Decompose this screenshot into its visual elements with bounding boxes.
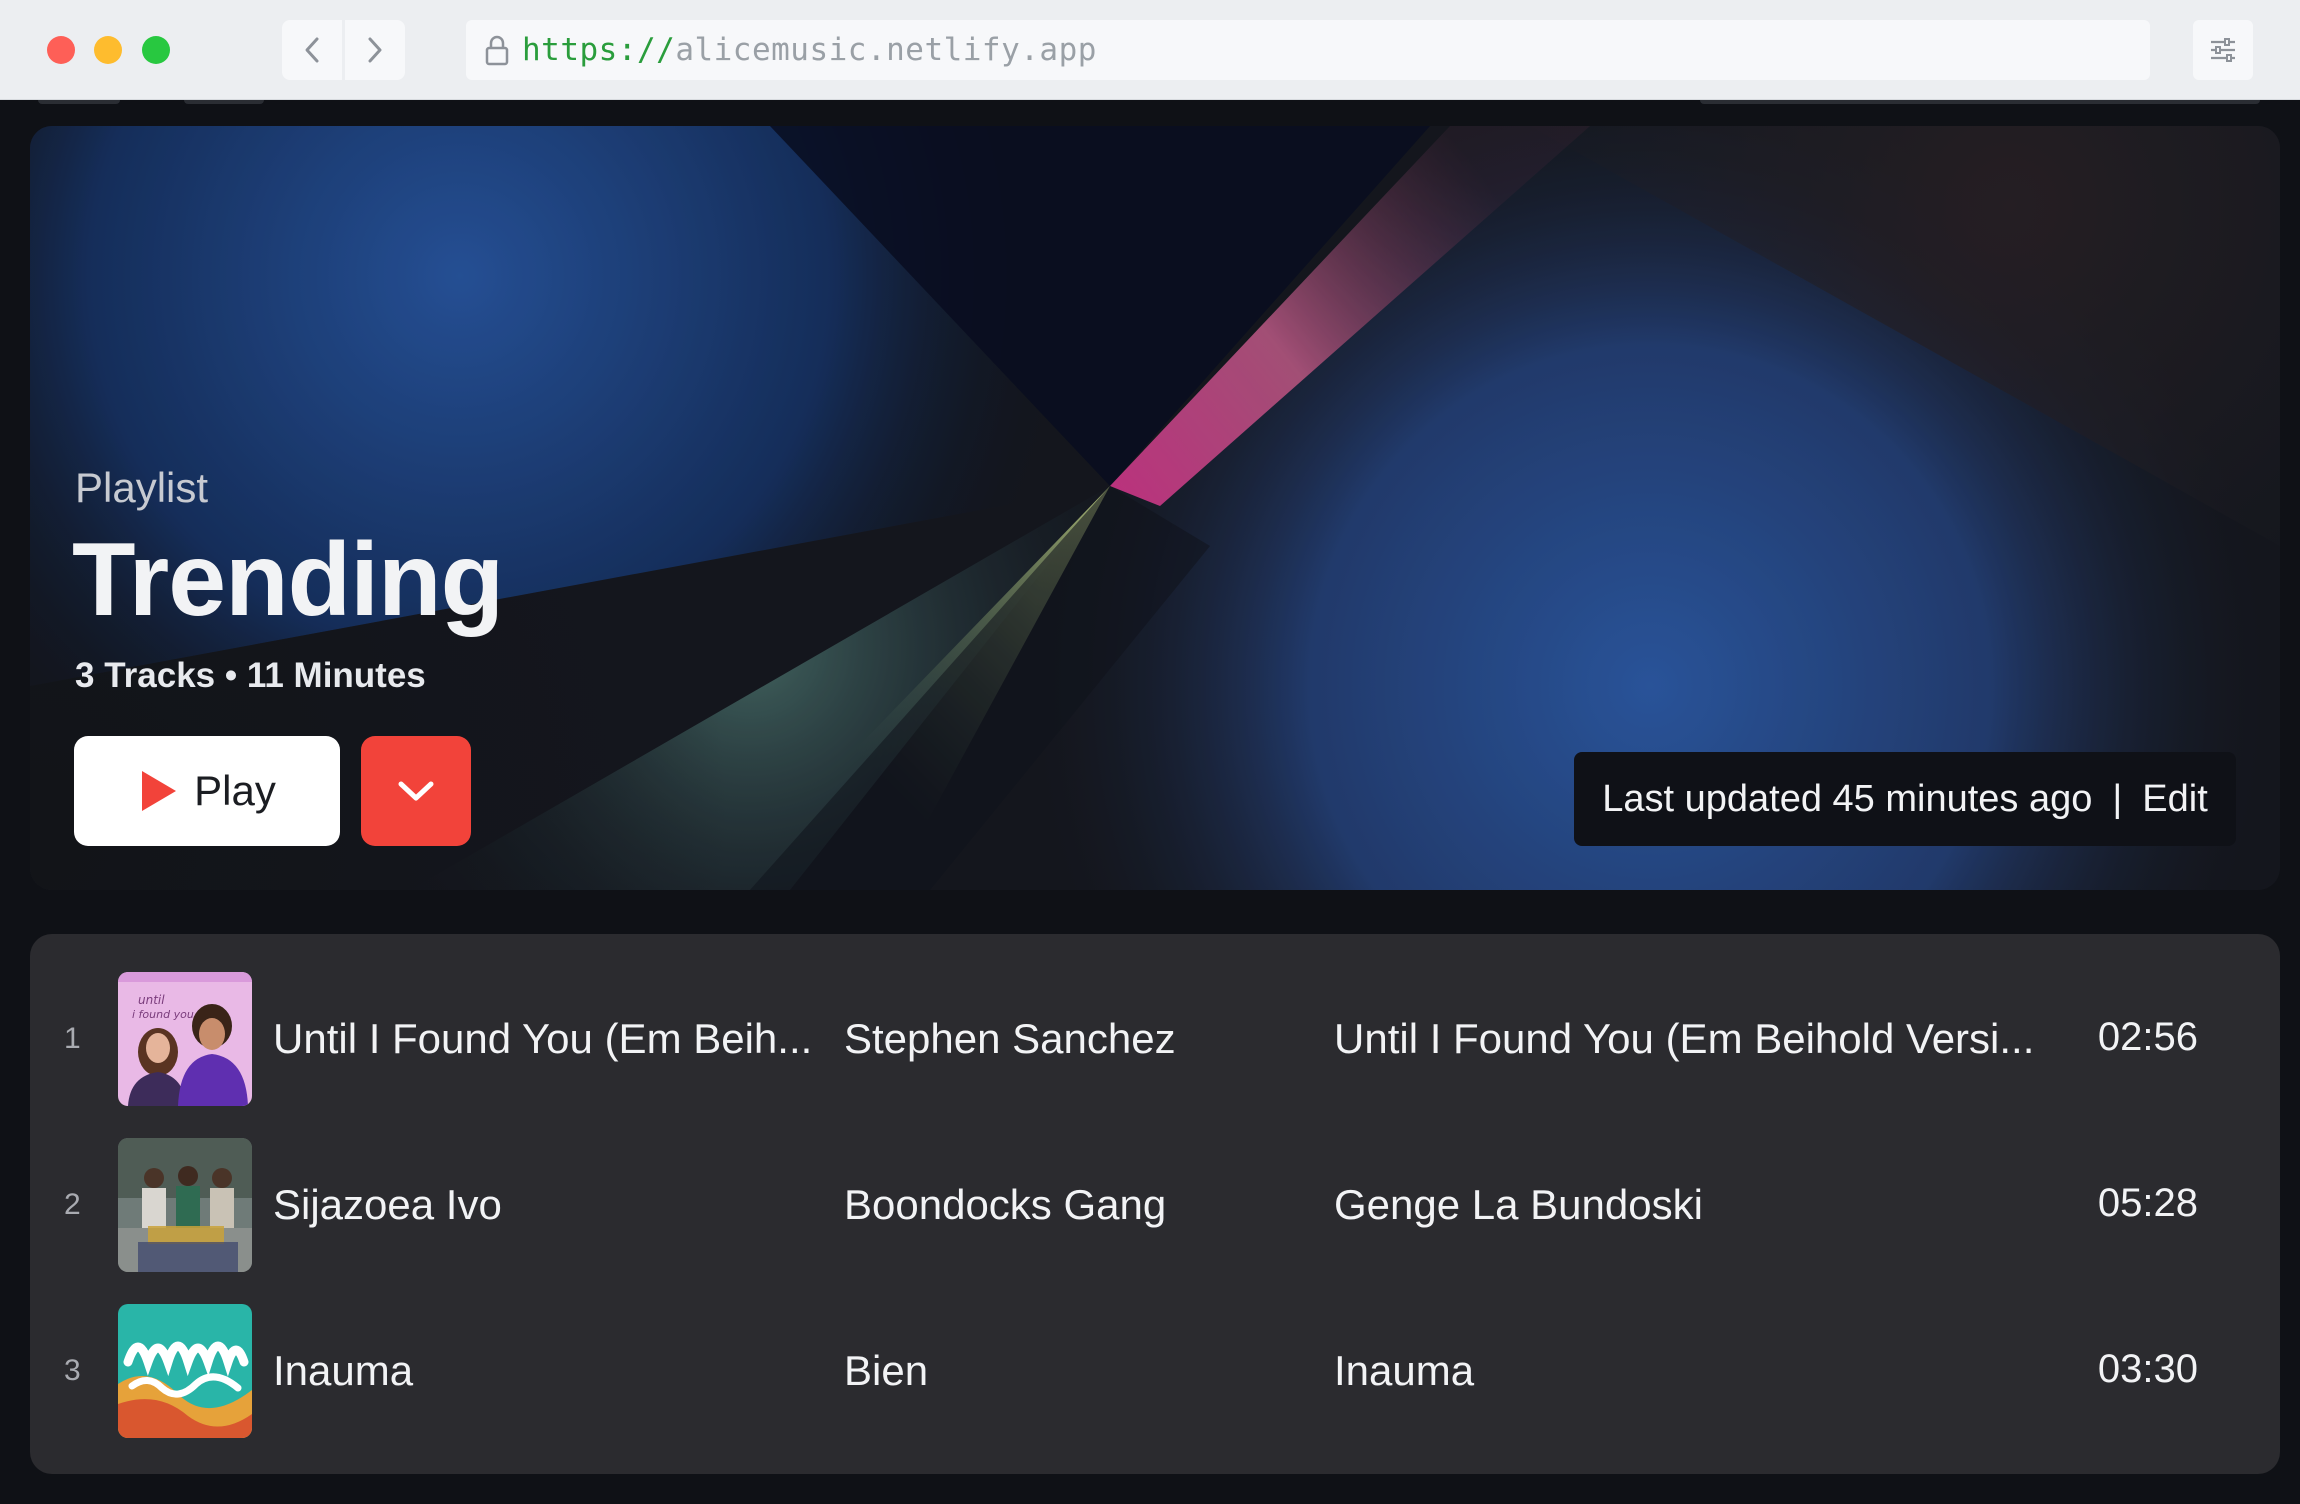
chevron-left-icon [305, 37, 319, 63]
track-title: Until I Found You (Em Beih... [273, 1015, 813, 1062]
url-scheme: https:// [522, 32, 676, 68]
track-number: 3 [64, 1354, 81, 1387]
maximize-window-button[interactable] [142, 36, 170, 64]
browser-toolbar: https://alicemusic.netlify.app [0, 0, 2300, 100]
track-artist[interactable]: Boondocks Gang [844, 1181, 1304, 1229]
track-duration: 03:30 [2097, 1347, 2198, 1391]
track-number: 1 [64, 1022, 81, 1055]
lock-icon [480, 30, 514, 70]
separator: | [2112, 777, 2123, 820]
browser-window: https://alicemusic.netlify.app Playlist … [0, 0, 2300, 1504]
album-art [118, 1304, 252, 1438]
play-button[interactable]: Play [74, 736, 340, 846]
track-title: Sijazoea Ivo [273, 1181, 502, 1228]
track-artist[interactable]: Stephen Sanchez [844, 1015, 1304, 1063]
svg-text:i found you: i found you [132, 1008, 194, 1021]
close-window-button[interactable] [47, 36, 75, 64]
playlist-title: Trending [72, 522, 504, 638]
header-remnant [0, 100, 2300, 106]
album-art: until i found you [118, 972, 252, 1106]
play-button-label: Play [194, 767, 276, 814]
last-updated-bar: Last updated 45 minutes ago | Edit [1574, 752, 2236, 846]
track-album[interactable]: Until I Found You (Em Beihold Versi... [1334, 1015, 2054, 1063]
track-number: 2 [64, 1188, 81, 1221]
minimize-window-button[interactable] [94, 36, 122, 64]
chevron-down-icon [398, 781, 434, 801]
track-row[interactable]: 1 until i found you Until I Found You (E… [30, 972, 2280, 1106]
track-duration: 02:56 [2097, 1015, 2198, 1059]
svg-text:until: until [138, 993, 165, 1007]
track-row[interactable]: 2 Sijazoea Ivo Boondocks Gang Genge La B… [30, 1138, 2280, 1272]
app-page: Playlist Trending 3 Tracks • 11 Minutes … [0, 100, 2300, 1504]
browser-settings-button[interactable] [2193, 20, 2253, 80]
forward-button[interactable] [345, 20, 405, 80]
more-options-button[interactable] [361, 736, 471, 846]
playlist-type-label: Playlist [75, 464, 209, 511]
track-album[interactable]: Genge La Bundoski [1334, 1181, 2054, 1229]
play-icon [142, 771, 177, 811]
album-art [118, 1138, 252, 1272]
last-updated-text: Last updated 45 minutes ago [1602, 777, 2093, 820]
chevron-right-icon [368, 37, 382, 63]
playlist-hero: Playlist Trending 3 Tracks • 11 Minutes … [30, 126, 2280, 890]
sliders-icon [2211, 38, 2235, 62]
url-host: alicemusic.netlify.app [675, 32, 1097, 68]
track-album[interactable]: Inauma [1334, 1347, 2054, 1395]
track-artist[interactable]: Bien [844, 1347, 1304, 1395]
track-title: Inauma [273, 1347, 414, 1394]
track-row[interactable]: 3 Inauma Bien Inauma 03:30 [30, 1304, 2280, 1438]
edit-link[interactable]: Edit [2142, 778, 2207, 821]
track-list: 1 until i found you Until I Found You (E… [30, 934, 2280, 1474]
url-text: https://alicemusic.netlify.app [522, 32, 1097, 68]
address-bar[interactable]: https://alicemusic.netlify.app [466, 20, 2150, 80]
playlist-meta: 3 Tracks • 11 Minutes [75, 656, 426, 695]
track-duration: 05:28 [2097, 1181, 2198, 1225]
back-button[interactable] [282, 20, 342, 80]
